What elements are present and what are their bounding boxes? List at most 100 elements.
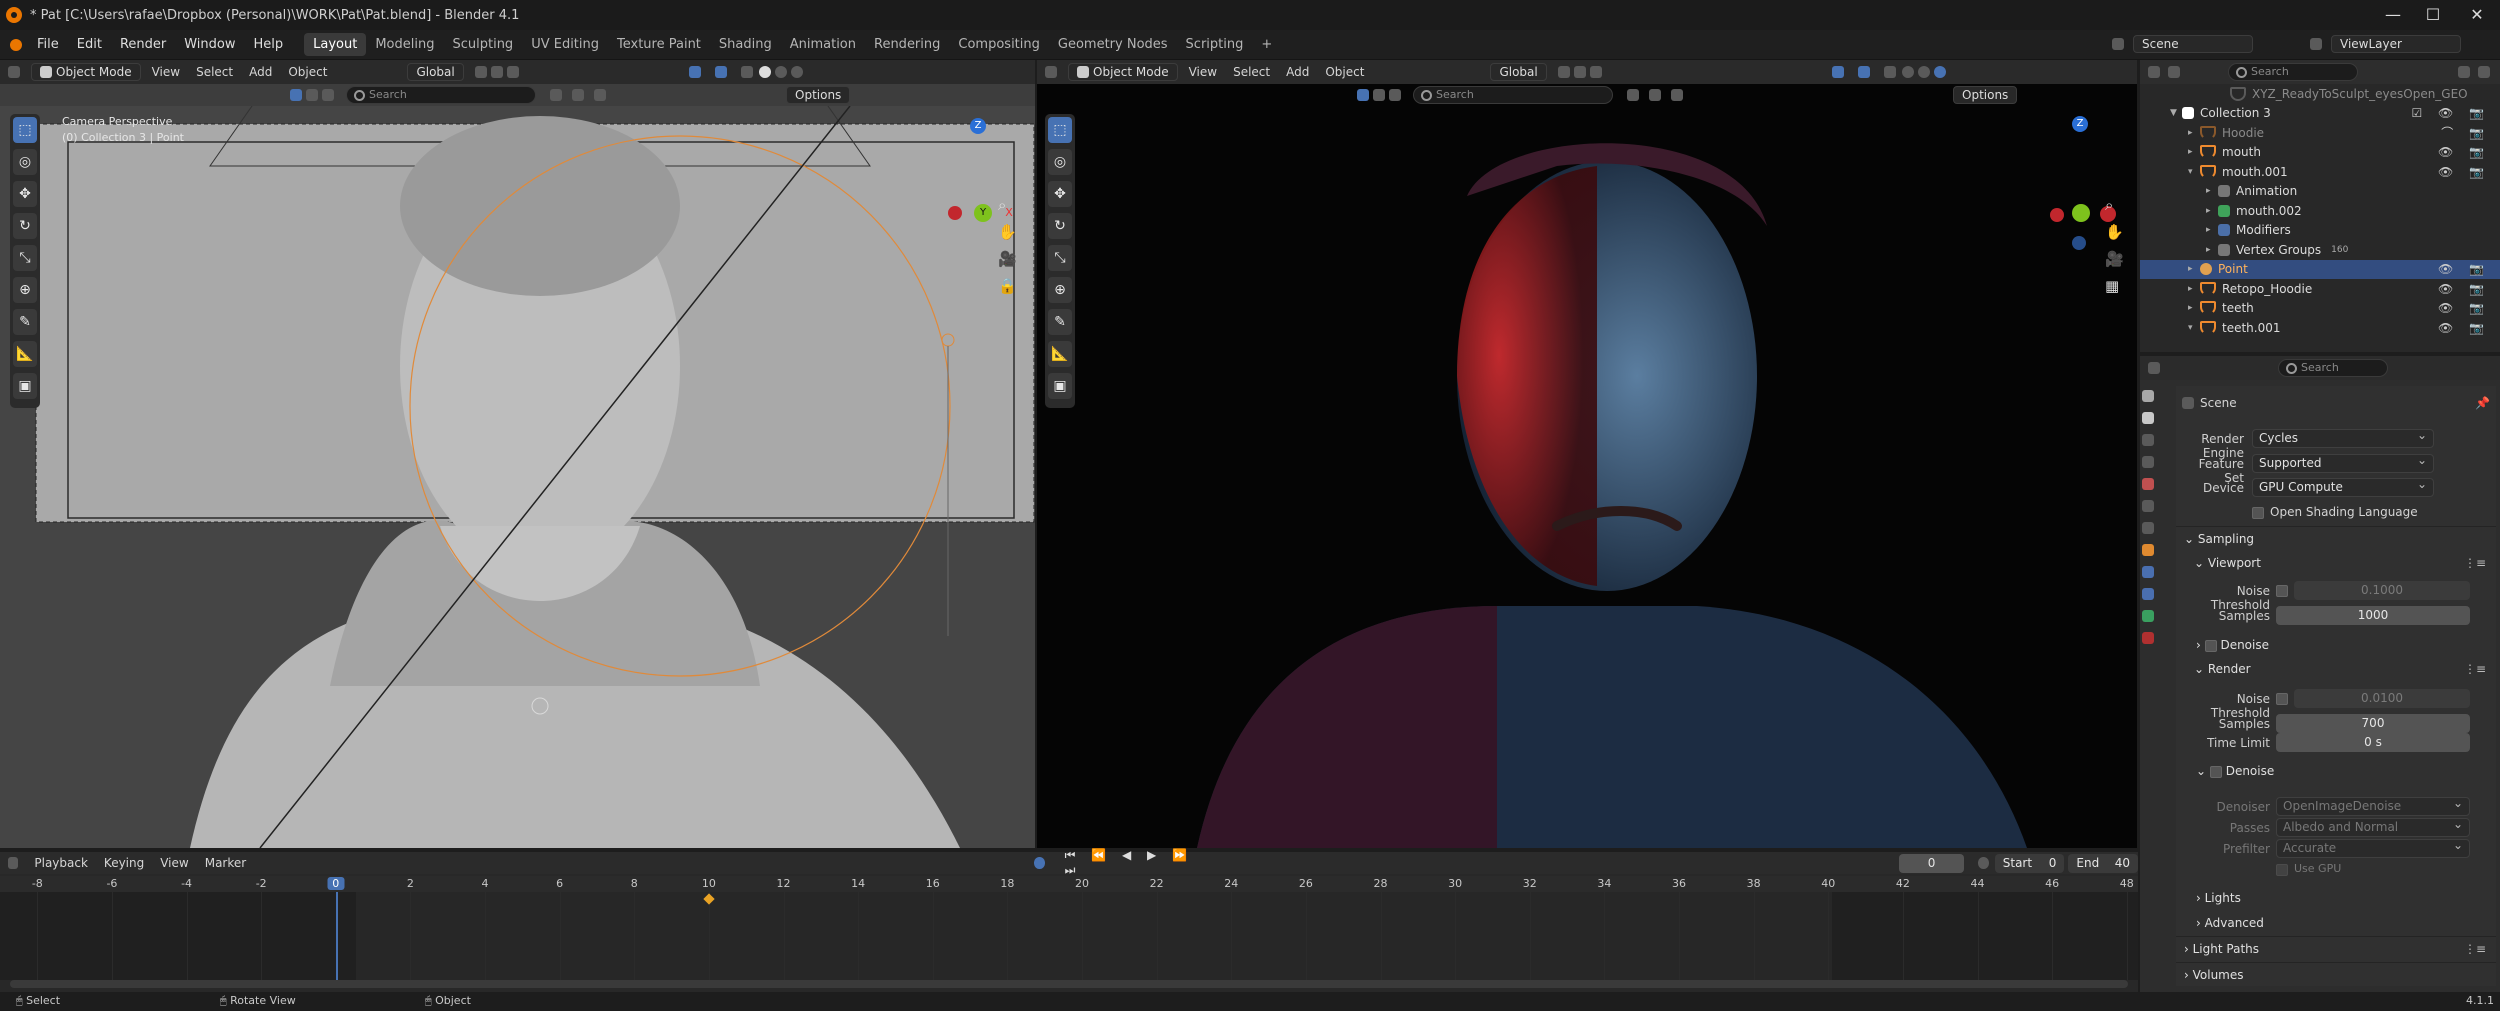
timeline-track-area[interactable] xyxy=(0,892,2138,980)
transform-tool-button[interactable]: ⊕ xyxy=(1048,277,1072,303)
snap-icon[interactable] xyxy=(490,66,503,78)
vp-denoise-subpanel[interactable]: › Denoise xyxy=(2196,638,2269,652)
annotate-tool-button[interactable]: ✎ xyxy=(1048,309,1072,335)
visibility-toggles[interactable]: 👁 📷 xyxy=(2438,321,2490,335)
navigation-gizmo[interactable]: Z Y X xyxy=(940,114,1020,222)
menu-marker[interactable]: Marker xyxy=(197,854,254,872)
constraints-tab-icon[interactable] xyxy=(2142,588,2154,600)
device-dropdown[interactable]: GPU Compute xyxy=(2252,476,2434,497)
gizmo-y-axis[interactable]: Y xyxy=(974,204,992,222)
outliner-row[interactable]: ▾ mouth.001 👁 📷 xyxy=(2140,162,2500,182)
outliner-row-collection[interactable]: ▼ Collection 3 ☑ 👁 📷 xyxy=(2140,104,2500,124)
frame-ruler[interactable]: -8 -6 -4 -2 0 2 4 6 8 10 12 14 16 18 20 22 24 26 28 30 32 34 3… xyxy=(0,876,2138,892)
passes-dropdown[interactable]: Albedo and Normal xyxy=(2276,816,2470,837)
move-tool-button[interactable]: ✥ xyxy=(13,181,37,207)
expand-arrow-icon[interactable]: ▸ xyxy=(2188,284,2200,294)
r-denoise-subpanel[interactable]: ⌄ Denoise xyxy=(2196,764,2274,778)
mode-dropdown[interactable]: Object Mode xyxy=(31,63,141,81)
overlay-toggle-icon[interactable] xyxy=(714,66,727,78)
lock-camera-icon[interactable]: 🔒 xyxy=(998,277,1017,295)
rendered-shading-icon[interactable] xyxy=(1933,66,1946,78)
new-collection-icon[interactable] xyxy=(2478,66,2490,78)
measure-tool-button[interactable]: 📐 xyxy=(13,341,37,367)
menu-add[interactable]: Add xyxy=(1278,63,1317,81)
advanced-subpanel[interactable]: › Advanced xyxy=(2196,916,2264,930)
clock-icon[interactable] xyxy=(1978,857,1989,869)
outliner-row[interactable]: ▸ Hoodie ⌒ 📷 xyxy=(2140,123,2500,143)
object-tab-icon[interactable] xyxy=(2142,544,2154,556)
rendered-shading-icon[interactable] xyxy=(790,66,803,78)
left-3d-viewport[interactable]: Object Mode View Select Add Object Globa… xyxy=(0,60,1035,848)
cursor-tool-button[interactable]: ◎ xyxy=(1048,149,1072,175)
annotate-tool-button[interactable]: ✎ xyxy=(13,309,37,335)
viewport-search-input[interactable]: Search xyxy=(346,86,536,104)
menu-select[interactable]: Select xyxy=(1225,63,1278,81)
menu-object[interactable]: Object xyxy=(1317,63,1372,81)
vp-noise-threshold-field[interactable]: 0.1000 xyxy=(2294,581,2470,600)
r-samples-field[interactable]: 700 xyxy=(2276,714,2470,733)
visibility-toggles[interactable]: ☑ 👁 📷 xyxy=(2411,106,2490,120)
menu-playback[interactable]: Playback xyxy=(26,854,96,872)
proportional-edit-icon[interactable] xyxy=(1589,66,1602,78)
scene-tab-icon[interactable] xyxy=(2142,478,2154,490)
render-subpanel-header[interactable]: ⌄ Render xyxy=(2194,662,2251,676)
playhead[interactable] xyxy=(335,892,338,980)
gizmo-z-axis[interactable]: Z xyxy=(2072,116,2088,132)
menu-view[interactable]: View xyxy=(144,63,188,81)
select-tool-button[interactable]: ⬚ xyxy=(13,117,37,143)
xray-icon[interactable] xyxy=(740,66,753,78)
expand-arrow-icon[interactable]: ▸ xyxy=(2188,264,2200,274)
menu-add[interactable]: Add xyxy=(241,63,280,81)
bookmark-icon[interactable] xyxy=(1627,89,1639,101)
visibility-toggles[interactable]: 👁 📷 xyxy=(2438,282,2490,296)
visibility-toggles[interactable]: 👁 📷 xyxy=(2438,145,2490,159)
tab-compositing[interactable]: Compositing xyxy=(949,33,1049,56)
scale-tool-button[interactable]: ⤡ xyxy=(1048,245,1072,271)
time-limit-field[interactable]: 0 s xyxy=(2276,733,2470,752)
viewport-search-input[interactable]: Search xyxy=(1413,86,1613,104)
expand-arrow-icon[interactable]: ▸ xyxy=(2206,186,2218,196)
camera-view-icon[interactable]: 🎥 xyxy=(2105,250,2124,268)
rotate-tool-button[interactable]: ↻ xyxy=(13,213,37,239)
add-workspace-icon[interactable]: + xyxy=(1252,33,1281,56)
expand-arrow-icon[interactable]: ▸ xyxy=(2188,147,2200,157)
expand-arrow-icon[interactable]: ▸ xyxy=(2188,303,2200,313)
render-menu-icon[interactable]: ⋮≡ xyxy=(2464,662,2486,676)
physics-tab-icon[interactable] xyxy=(2142,566,2154,578)
view-layer-selector[interactable]: ViewLayer xyxy=(2310,35,2464,53)
r-noise-threshold-checkbox[interactable] xyxy=(2276,693,2288,705)
tab-modeling[interactable]: Modeling xyxy=(366,33,443,56)
prefilter-dropdown[interactable]: Accurate xyxy=(2276,837,2470,858)
use-gpu-checkbox[interactable] xyxy=(2276,864,2288,876)
vp-denoise-checkbox[interactable] xyxy=(2204,639,2217,652)
outliner-row[interactable]: ▸ Retopo_Hoodie 👁 📷 xyxy=(2140,279,2500,299)
collection-tab-icon[interactable] xyxy=(2142,522,2154,534)
orientation-dropdown[interactable]: Global xyxy=(1490,63,1547,81)
render-engine-dropdown[interactable]: Cycles xyxy=(2252,427,2434,448)
rotate-tool-button[interactable]: ↻ xyxy=(1048,213,1072,239)
expand-arrow-icon[interactable]: ▼ xyxy=(2170,108,2182,118)
zoom-icon[interactable]: ⌕ xyxy=(998,196,1017,214)
zoom-icon[interactable]: ⌕ xyxy=(2105,196,2124,214)
menu-file[interactable]: File xyxy=(28,37,68,52)
gizmo-neg-z[interactable] xyxy=(2072,236,2086,250)
view-layer-tab-icon[interactable] xyxy=(2142,456,2154,468)
pivot-icon[interactable] xyxy=(474,66,487,78)
outliner-row[interactable]: ▸ Animation xyxy=(2140,182,2500,202)
keyframe-marker[interactable] xyxy=(703,893,715,905)
select-box-icon[interactable] xyxy=(290,89,302,101)
light-paths-panel[interactable]: › Light Paths xyxy=(2184,942,2259,956)
r-denoise-checkbox[interactable] xyxy=(2209,765,2222,778)
visibility-icon[interactable] xyxy=(322,89,334,101)
orientation-dropdown[interactable]: Global xyxy=(407,63,464,81)
material-shading-icon[interactable] xyxy=(1917,66,1930,78)
menu-help[interactable]: Help xyxy=(245,37,293,52)
options-button[interactable]: Options xyxy=(786,86,851,104)
visibility-toggles[interactable]: 👁 📷 xyxy=(2438,262,2490,276)
blender-menu-icon[interactable] xyxy=(10,38,22,51)
solid-shading-icon[interactable] xyxy=(1901,66,1914,78)
denoiser-dropdown[interactable]: OpenImageDenoise xyxy=(2276,795,2470,816)
expand-arrow-icon[interactable]: ▸ xyxy=(2206,245,2218,255)
r-noise-threshold-field[interactable]: 0.0100 xyxy=(2294,689,2470,708)
scale-tool-button[interactable]: ⤡ xyxy=(13,245,37,271)
